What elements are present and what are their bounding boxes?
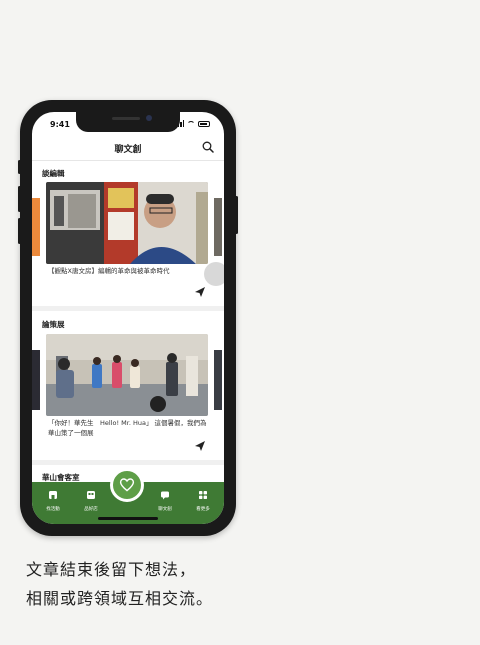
heart-icon (119, 478, 135, 492)
article-image-curation[interactable] (46, 334, 208, 416)
prev-card-peek[interactable] (32, 350, 40, 410)
next-card-peek[interactable] (214, 198, 222, 256)
status-time: 9:41 (50, 120, 70, 129)
building-icon (49, 491, 57, 499)
power-button (235, 196, 238, 234)
article-caption-curation[interactable]: 「你好！華先生 Hello! Mr. Hua」 這個暑假，我們為華山策了一個展 (48, 418, 208, 438)
article-caption-editing[interactable]: 【觀點X唐文房】編輯的革命與被革命時代 (48, 266, 208, 276)
section-title-curation: 論策展 (42, 320, 65, 329)
section-title-editing: 談編輯 (42, 169, 65, 178)
next-card-peek[interactable] (214, 350, 222, 410)
bottom-tab-bar: 找活動 品好店 聊文創 看更多 (32, 468, 224, 524)
floating-button[interactable] (204, 262, 224, 286)
notch (76, 112, 180, 132)
chat-icon (161, 491, 169, 500)
send-icon[interactable] (194, 286, 206, 298)
tab-more[interactable]: 看更多 (184, 482, 222, 524)
search-icon[interactable] (202, 141, 214, 153)
phone-frame: 9:41 聊文創 談編輯 【觀點X唐文房】編輯的革命與被革命時代 論策展 「你好… (18, 100, 238, 536)
mute-switch (18, 160, 21, 174)
tab-label: 找活動 (46, 507, 60, 512)
caption-line-2: 相關或跨領域互相交流。 (26, 589, 214, 608)
article-feed: 談編輯 【觀點X唐文房】編輯的革命與被革命時代 論策展 「你好！華先生 Hell… (32, 162, 224, 482)
section-divider (32, 460, 224, 465)
shop-icon (87, 491, 95, 499)
section-title-lounge: 華山會客室 (42, 473, 80, 482)
volume-down-button (18, 218, 21, 244)
battery-icon (198, 120, 210, 127)
prev-card-peek[interactable] (32, 198, 40, 256)
app-screen: 9:41 聊文創 談編輯 【觀點X唐文房】編輯的革命與被革命時代 論策展 「你好… (32, 112, 224, 524)
send-icon[interactable] (194, 440, 206, 452)
volume-up-button (18, 186, 21, 212)
tab-label: 看更多 (196, 507, 210, 512)
article-image-editing[interactable] (46, 182, 208, 264)
home-indicator[interactable] (98, 517, 158, 520)
tab-label: 品好店 (84, 507, 98, 512)
grid-icon (199, 491, 207, 499)
feature-caption: 文章結束後留下想法， 相關或跨領域互相交流。 (26, 555, 213, 613)
tab-label: 聊文創 (158, 507, 172, 512)
caption-line-1: 文章結束後留下想法， (26, 560, 197, 579)
top-nav: 聊文創 (32, 136, 224, 161)
status-icons (175, 120, 210, 127)
tab-events[interactable]: 找活動 (34, 482, 72, 524)
page-title: 聊文創 (114, 145, 142, 155)
section-divider (32, 306, 224, 311)
wifi-icon (187, 120, 195, 127)
favorites-button[interactable] (110, 468, 144, 502)
